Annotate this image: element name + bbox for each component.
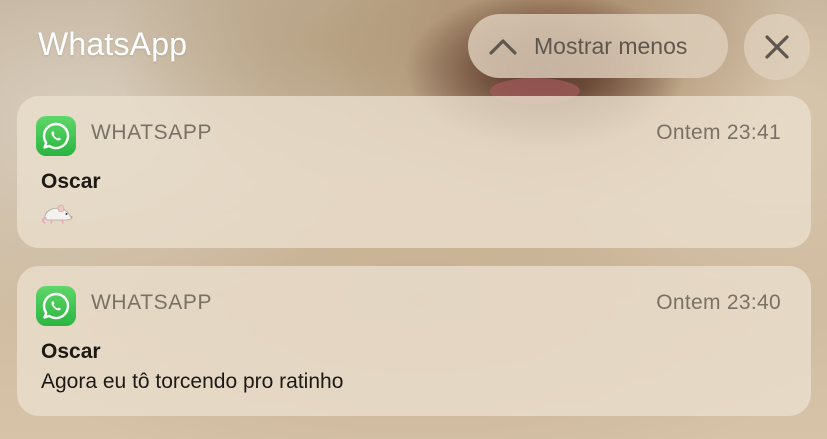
- notification-card[interactable]: WHATSAPP Ontem 23:41 Oscar: [17, 96, 811, 248]
- notification-time: Ontem 23:40: [656, 291, 781, 314]
- app-name-label: WHATSAPP: [91, 121, 213, 144]
- group-title: WhatsApp: [38, 26, 188, 62]
- notification-sender: Oscar: [41, 340, 101, 363]
- close-icon: [765, 35, 789, 59]
- show-less-label: Mostrar menos: [534, 32, 688, 59]
- close-button[interactable]: [744, 14, 810, 80]
- show-less-button[interactable]: Mostrar menos: [468, 14, 728, 78]
- notification-sender: Oscar: [41, 170, 101, 193]
- app-name-label: WHATSAPP: [91, 291, 213, 314]
- notification-card[interactable]: WHATSAPP Ontem 23:40 Oscar Agora eu tô t…: [17, 266, 811, 416]
- chevron-up-icon: [489, 39, 517, 55]
- mouse-emoji-icon: [42, 204, 73, 224]
- notification-time: Ontem 23:41: [656, 121, 781, 144]
- whatsapp-icon: [36, 286, 76, 326]
- whatsapp-icon: [36, 116, 76, 156]
- notification-message: Agora eu tô torcendo pro ratinho: [41, 370, 344, 393]
